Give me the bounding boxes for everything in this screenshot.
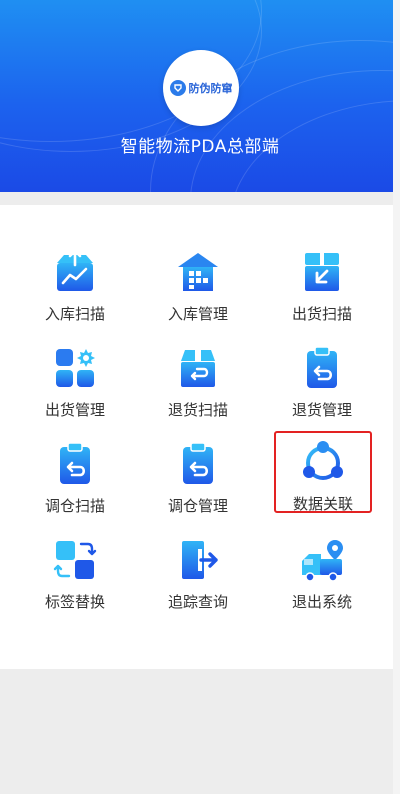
trace-query-icon: [182, 541, 218, 579]
menu-item-return-scan[interactable]: 退货扫描: [143, 345, 253, 427]
menu-label: 追踪查询: [167, 593, 228, 611]
menu-label: 退出系统: [291, 593, 352, 611]
menu-item-trace-query[interactable]: 追踪查询: [143, 537, 253, 619]
menu-label: 退货管理: [291, 401, 352, 419]
menu-item-transfer-scan[interactable]: 调仓扫描: [20, 441, 130, 523]
label-replace-icon: [53, 541, 97, 579]
app-title: 智能物流PDA总部端: [120, 137, 280, 157]
menu-item-outbound-scan[interactable]: 出货扫描: [267, 249, 377, 331]
menu-item-return-management[interactable]: 退货管理: [267, 345, 377, 427]
transfer-management-icon: [183, 442, 213, 484]
inbound-scan-icon: [57, 249, 93, 291]
scrollbar-track[interactable]: [393, 0, 400, 794]
menu-item-transfer-management[interactable]: 调仓管理: [143, 441, 253, 523]
menu-label: 入库管理: [167, 305, 228, 323]
app-header: 防伪防窜 智能物流PDA总部端: [0, 0, 400, 192]
outbound-management-icon: [56, 349, 95, 387]
menu-label: 入库扫描: [44, 305, 105, 323]
menu-item-logout-system[interactable]: 退出系统: [267, 537, 377, 619]
outbound-scan-icon: [305, 253, 339, 291]
menu-label: 调仓管理: [167, 497, 228, 515]
menu-label: 出货扫描: [291, 305, 352, 323]
transfer-scan-icon: [60, 442, 90, 484]
menu-label: 退货扫描: [167, 401, 228, 419]
menu-label: 调仓扫描: [44, 497, 105, 515]
menu-item-inbound-scan[interactable]: 入库扫描: [20, 249, 130, 331]
menu-item-outbound-management[interactable]: 出货管理: [20, 345, 130, 427]
app-logo: 防伪防窜: [163, 50, 239, 126]
menu-label: 出货管理: [44, 401, 105, 419]
menu-item-label-replace[interactable]: 标签替换: [20, 537, 130, 619]
menu-panel: 入库扫描 入库管理 出货扫描 出货管理 退货扫描 退货管理 调仓扫描 调仓管理 …: [0, 205, 393, 669]
menu-item-inbound-management[interactable]: 入库管理: [143, 249, 253, 331]
inbound-management-icon: [178, 253, 218, 291]
logout-system-icon: [302, 540, 343, 582]
return-management-icon: [307, 346, 337, 388]
menu-label: 标签替换: [44, 593, 105, 611]
logo-text: 防伪防窜: [188, 82, 233, 95]
return-scan-icon: [181, 350, 215, 387]
highlight-box: [274, 431, 372, 513]
logo-mark-icon: [169, 80, 186, 96]
